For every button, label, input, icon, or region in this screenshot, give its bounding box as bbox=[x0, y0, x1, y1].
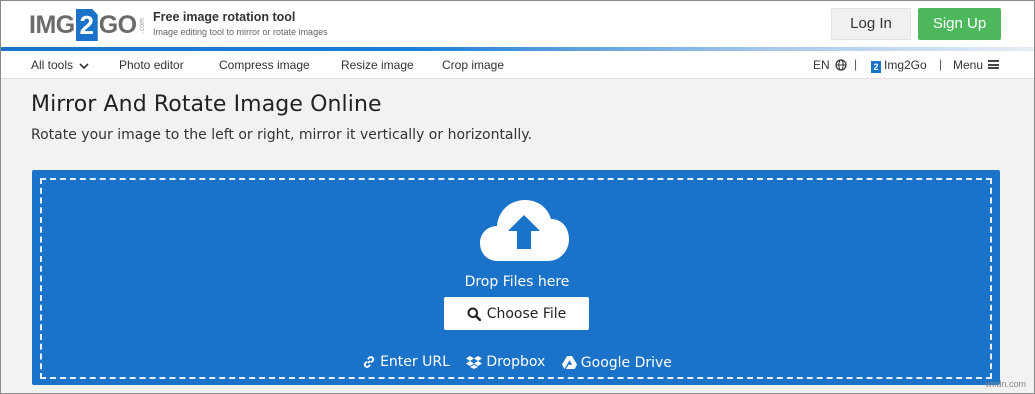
nav-compress-image[interactable]: Compress image bbox=[219, 58, 310, 72]
drop-files-label: Drop Files here bbox=[464, 274, 570, 290]
nav-brand-label: Img2Go bbox=[884, 58, 927, 72]
link-icon bbox=[362, 355, 376, 369]
cloud-upload-icon bbox=[478, 197, 570, 263]
img2go-logo[interactable]: IMG 2 GO .com bbox=[29, 8, 146, 42]
globe-icon bbox=[835, 59, 847, 74]
dropbox-link[interactable]: Dropbox bbox=[466, 354, 545, 370]
tagline-title: Free image rotation tool bbox=[153, 10, 296, 24]
chevron-down-icon bbox=[79, 59, 89, 73]
logo-text-left: IMG bbox=[29, 10, 75, 39]
google-drive-icon bbox=[561, 356, 577, 369]
browser-frame: IMG 2 GO .com Free image rotation tool I… bbox=[0, 0, 1035, 394]
page-title: Mirror And Rotate Image Online bbox=[31, 92, 382, 117]
nav-all-tools-label: All tools bbox=[31, 58, 74, 72]
tagline-subtitle: Image editing tool to mirror or rotate i… bbox=[153, 27, 328, 37]
enter-url-link[interactable]: Enter URL bbox=[362, 354, 450, 370]
nav-all-tools[interactable]: All tools bbox=[31, 58, 89, 73]
nav-menu-label: Menu bbox=[953, 58, 984, 72]
nav-img2go-link[interactable]: 2 Img2Go bbox=[871, 58, 927, 73]
dropbox-label: Dropbox bbox=[486, 354, 546, 370]
nav-menu[interactable]: Menu bbox=[953, 58, 1000, 72]
search-icon bbox=[467, 307, 481, 321]
nav-separator: | bbox=[854, 57, 858, 71]
login-button[interactable]: Log In bbox=[831, 8, 911, 40]
hamburger-icon bbox=[988, 60, 1000, 69]
upload-sources: Enter URL Dropbox Google Drive bbox=[42, 354, 992, 373]
choose-file-button[interactable]: Choose File bbox=[444, 297, 589, 330]
dropbox-icon bbox=[466, 355, 483, 369]
nav-separator: | bbox=[939, 57, 943, 71]
nav-photo-editor[interactable]: Photo editor bbox=[119, 58, 184, 72]
top-header: IMG 2 GO .com Free image rotation tool I… bbox=[1, 1, 1034, 47]
page-subtitle: Rotate your image to the left or right, … bbox=[31, 127, 533, 143]
logo-number: 2 bbox=[75, 9, 98, 41]
google-drive-link[interactable]: Google Drive bbox=[561, 354, 672, 371]
nav-resize-image[interactable]: Resize image bbox=[341, 58, 414, 72]
tagline: Free image rotation tool Image editing t… bbox=[153, 10, 328, 37]
nav-crop-image[interactable]: Crop image bbox=[442, 58, 504, 72]
signup-button[interactable]: Sign Up bbox=[918, 8, 1001, 40]
google-drive-label: Google Drive bbox=[580, 354, 672, 371]
choose-file-label: Choose File bbox=[486, 305, 567, 322]
language-selector[interactable]: EN bbox=[813, 58, 847, 74]
nav-bar: All tools Photo editor Compress image Re… bbox=[1, 51, 1034, 79]
logo-suffix: .com bbox=[138, 18, 146, 34]
logo-text-right: GO bbox=[98, 10, 137, 39]
enter-url-label: Enter URL bbox=[380, 354, 450, 370]
watermark-text: wxdn.com bbox=[985, 379, 1026, 389]
img2go-mini-icon: 2 bbox=[871, 61, 881, 73]
language-label: EN bbox=[813, 58, 830, 72]
dropzone-dashed-border: Drop Files here Choose File Enter URL Dr… bbox=[40, 178, 992, 379]
file-dropzone[interactable]: Drop Files here Choose File Enter URL Dr… bbox=[32, 170, 1000, 385]
